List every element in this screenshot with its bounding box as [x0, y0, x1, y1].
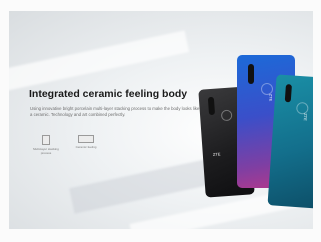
layers-icon	[42, 135, 50, 145]
product-banner: Integrated ceramic feeling body Using in…	[9, 11, 313, 229]
feature-multilayer: Multi-layer stacking process	[31, 135, 61, 155]
camera-module-icon	[284, 84, 292, 103]
feature-label: Multi-layer stacking process	[33, 147, 59, 155]
page-frame: Integrated ceramic feeling body Using in…	[0, 0, 321, 242]
feature-ceramic: Ceramic feeling	[71, 135, 101, 150]
banner-description: Using innovative bright porcelain multi-…	[30, 106, 200, 117]
camera-module-icon	[248, 64, 254, 84]
banner-headline: Integrated ceramic feeling body	[29, 88, 188, 100]
fingerprint-icon	[220, 109, 233, 122]
phone-logo: ZTE	[212, 151, 221, 157]
camera-module-icon	[207, 96, 216, 116]
phone-teal: ZTE	[267, 74, 313, 209]
ceramic-icon	[78, 135, 94, 143]
phone-logo: ZTE	[302, 113, 309, 121]
background-streak	[9, 30, 190, 94]
feature-label: Ceramic feeling	[75, 145, 97, 149]
phone-logo: ZTE	[268, 93, 274, 102]
